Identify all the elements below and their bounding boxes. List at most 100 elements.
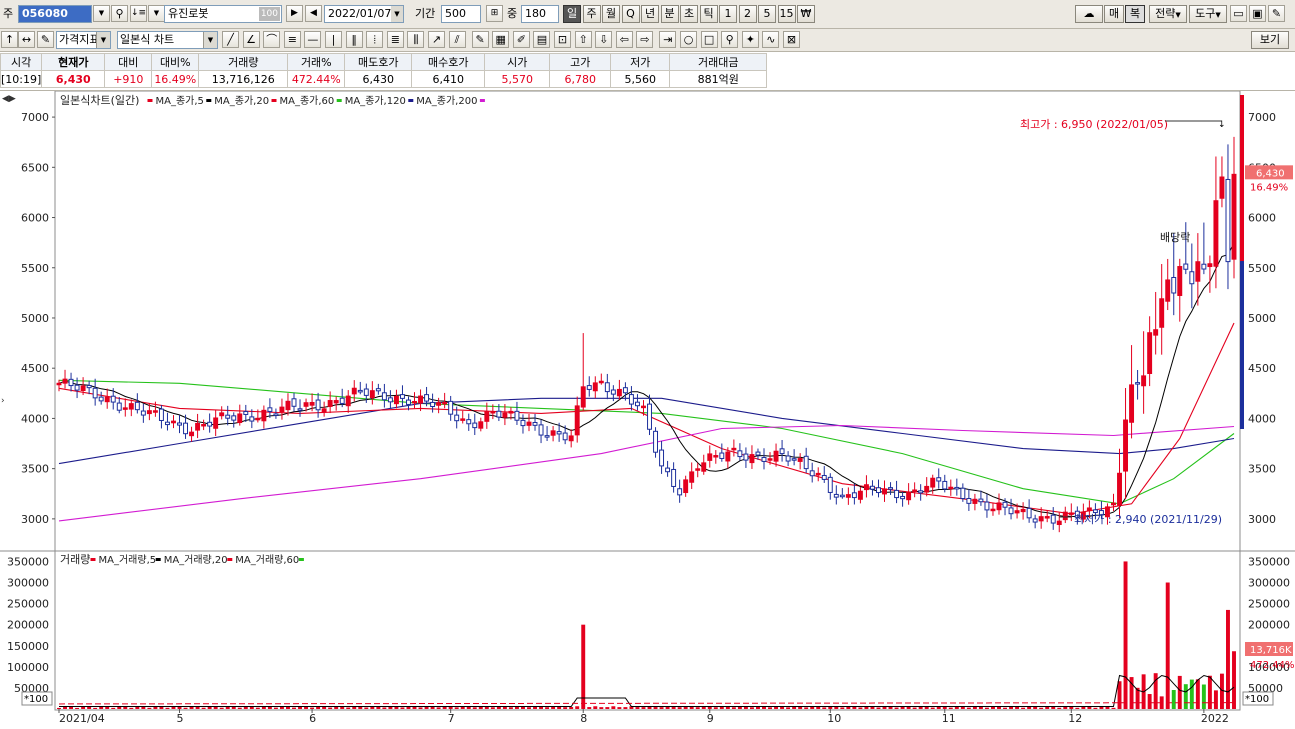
interval-button-0[interactable]: 일 bbox=[563, 5, 581, 23]
price-tick-right: 4500 bbox=[1248, 362, 1276, 375]
volume-bar bbox=[870, 706, 875, 709]
compound-button[interactable]: 복 bbox=[1125, 5, 1145, 23]
wrench-icon[interactable]: ✎ bbox=[1268, 5, 1285, 22]
interval-button-6[interactable]: 초 bbox=[680, 5, 698, 23]
gann-tool-icon[interactable]: ⫼ bbox=[407, 31, 425, 48]
volume-bar bbox=[165, 707, 170, 709]
line-tool-icon[interactable]: ╱ bbox=[222, 31, 239, 48]
fan-tool-icon[interactable]: ≡ bbox=[283, 31, 301, 48]
down-tool-icon[interactable]: ⇩ bbox=[595, 31, 613, 48]
buy-sell-button[interactable]: 매 bbox=[1104, 5, 1124, 23]
search-icon[interactable]: ⚲ bbox=[111, 5, 128, 22]
stock-name-field[interactable]: 유진로봇 100 bbox=[164, 5, 282, 23]
price-legend-label-2: MA_종가,60 bbox=[280, 95, 335, 107]
volume-bar bbox=[605, 707, 610, 709]
trend-tool-icon[interactable]: ↗ bbox=[428, 31, 445, 48]
left-right-arrow-icon[interactable]: ↔ bbox=[18, 31, 35, 48]
interval-button-8[interactable]: 1 bbox=[719, 5, 737, 23]
stock-code-input[interactable]: 056080 bbox=[18, 5, 92, 23]
rect-tool-icon[interactable]: □ bbox=[700, 31, 718, 48]
candle-body bbox=[357, 389, 363, 393]
quote-strip: 시각 현재가 대비 대비% 거래량 거래% 매도호가 매수호가 시가 고가 저가 거래대금 [10:1… bbox=[0, 53, 1295, 91]
sort-icon[interactable]: ↓≡ bbox=[130, 5, 147, 22]
interval-button-3[interactable]: Q bbox=[621, 5, 640, 23]
code-dropdown-icon[interactable]: ▼ bbox=[93, 5, 110, 22]
volume-bar bbox=[496, 706, 501, 709]
tools-button[interactable]: 도구▼ bbox=[1189, 5, 1227, 23]
star-tool-icon[interactable]: ✦ bbox=[741, 31, 759, 48]
mid-input[interactable]: 180 bbox=[521, 5, 559, 23]
candle-body bbox=[839, 494, 845, 498]
edit-icon[interactable]: ✎ bbox=[37, 31, 54, 48]
wave-tool-icon[interactable]: ∿ bbox=[762, 31, 780, 48]
note-tool-icon[interactable]: ▤ bbox=[533, 31, 551, 48]
list-dropdown-icon[interactable]: ▼ bbox=[148, 5, 165, 22]
palette-tool-icon[interactable]: ▦ bbox=[492, 31, 510, 48]
strategy-button[interactable]: 전략▼ bbox=[1149, 5, 1187, 23]
circle-tool-icon[interactable]: ○ bbox=[680, 31, 697, 48]
interval-button-7[interactable]: 틱 bbox=[699, 5, 718, 23]
volume-bar bbox=[689, 707, 694, 709]
interval-button-11[interactable]: 15 bbox=[777, 5, 796, 23]
channel-tool-icon[interactable]: ⫽ bbox=[448, 31, 466, 48]
arc-tool-icon[interactable]: ⌒ bbox=[263, 31, 281, 48]
current-volume-pct: 472.44% bbox=[1250, 660, 1295, 671]
candle-body bbox=[743, 453, 749, 461]
chart-type-dropdown[interactable]: 일본식 차트 ▼ bbox=[117, 31, 218, 49]
left-tool-icon[interactable]: ⇦ bbox=[615, 31, 633, 48]
interval-button-10[interactable]: 5 bbox=[758, 5, 776, 23]
prev-arrow-icon[interactable]: ◀ bbox=[305, 5, 322, 22]
zoom-tool-icon[interactable]: ⚲ bbox=[721, 31, 739, 48]
view-button[interactable]: 보기 bbox=[1251, 31, 1289, 49]
clear-tool-icon[interactable]: ⊠ bbox=[783, 31, 800, 48]
next-arrow-icon[interactable]: ▶ bbox=[286, 5, 303, 22]
up-arrow-icon[interactable]: ↑ bbox=[1, 31, 18, 48]
volume-bar bbox=[713, 707, 718, 709]
candle-body bbox=[92, 387, 98, 399]
dividend-annotation: 배당락 bbox=[1160, 231, 1190, 244]
grid-icon[interactable]: ⊞ bbox=[486, 5, 503, 22]
candle-body bbox=[942, 480, 948, 490]
interval-button-2[interactable]: 월 bbox=[602, 5, 620, 23]
candle-body bbox=[122, 407, 128, 410]
folder-icon[interactable]: ▭ bbox=[1230, 5, 1247, 22]
candle-body bbox=[1201, 263, 1207, 270]
text-tool-icon[interactable]: ✐ bbox=[512, 31, 530, 48]
candle-body bbox=[1008, 507, 1014, 515]
volume-bar bbox=[997, 706, 1001, 709]
volume-bar bbox=[768, 707, 772, 709]
candle-body bbox=[785, 455, 791, 462]
fib-time-tool-icon[interactable]: ⦙ bbox=[366, 31, 384, 48]
interval-button-5[interactable]: 분 bbox=[660, 5, 679, 23]
end-tool-icon[interactable]: ⇥ bbox=[659, 31, 677, 48]
right-tool-icon[interactable]: ⇨ bbox=[636, 31, 654, 48]
hline-tool-icon[interactable]: — bbox=[304, 31, 322, 48]
interval-button-9[interactable]: 2 bbox=[738, 5, 757, 23]
price-volume-chart[interactable]: ◀▶›7000700065006500600060005500550050005… bbox=[0, 90, 1295, 726]
candle-body bbox=[369, 390, 375, 398]
interval-button-1[interactable]: 주 bbox=[582, 5, 601, 23]
vline-tool-icon[interactable]: | bbox=[325, 31, 342, 48]
quote-header-2: 대비 bbox=[104, 53, 153, 71]
cloud-icon[interactable]: ☁ bbox=[1075, 5, 1103, 23]
date-input[interactable]: 2022/01/07 ▼ bbox=[324, 5, 404, 23]
interval-button-12[interactable]: ₩ bbox=[797, 5, 815, 23]
quote-header-7: 매수호가 bbox=[411, 53, 486, 71]
save-icon[interactable]: ▣ bbox=[1249, 5, 1266, 22]
candle-body bbox=[863, 484, 869, 491]
box-tool-icon[interactable]: ⊡ bbox=[554, 31, 571, 48]
angle-tool-icon[interactable]: ∠ bbox=[242, 31, 260, 48]
candle-body bbox=[1050, 514, 1056, 524]
interval-button-4[interactable]: 년 bbox=[641, 5, 659, 23]
up-tool-icon[interactable]: ⇧ bbox=[574, 31, 592, 48]
indicator-dropdown[interactable]: 가격지표 ▼ bbox=[56, 31, 111, 49]
candle-body bbox=[701, 462, 707, 472]
pencil-tool-icon[interactable]: ✎ bbox=[471, 31, 489, 48]
date-dropdown-icon[interactable]: ▼ bbox=[391, 6, 403, 22]
chart-area[interactable]: ◀▶›7000700065006500600060005500550050005… bbox=[0, 90, 1295, 726]
candle-body bbox=[164, 421, 170, 426]
vlines-tool-icon[interactable]: ‖ bbox=[345, 31, 363, 48]
period-input[interactable]: 500 bbox=[441, 5, 481, 23]
fib-tool-icon[interactable]: ≣ bbox=[386, 31, 404, 48]
volume-bar bbox=[1111, 707, 1116, 709]
